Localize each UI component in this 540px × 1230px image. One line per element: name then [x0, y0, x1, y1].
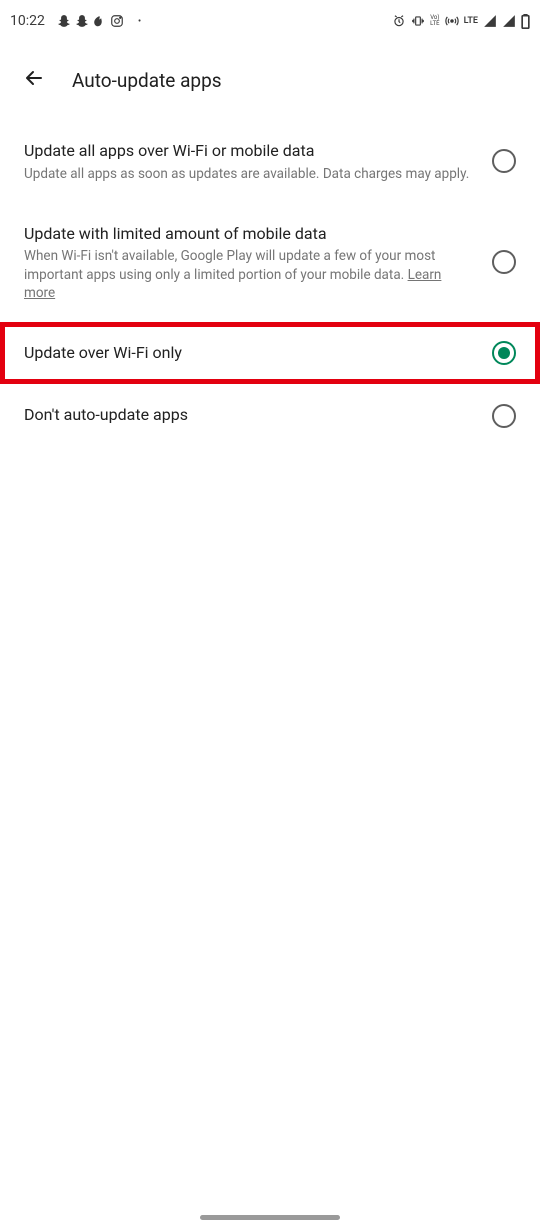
- volte-icon: Vo)LTE: [430, 15, 439, 27]
- status-time: 10:22: [10, 13, 45, 29]
- signal-icon-1: [483, 14, 497, 28]
- radio-button[interactable]: [492, 250, 516, 274]
- app-bar: Auto-update apps: [0, 42, 540, 120]
- page-title: Auto-update apps: [72, 69, 222, 92]
- snapchat-icon-2: [75, 14, 89, 28]
- tinder-icon: [93, 15, 106, 28]
- option-dont-update[interactable]: Don't auto-update apps: [0, 384, 540, 448]
- option-subtitle: Update all apps as soon as updates are a…: [24, 165, 472, 183]
- status-right: Vo)LTE LTE: [392, 14, 530, 29]
- instagram-icon: [110, 14, 124, 28]
- snapchat-icon: [57, 14, 71, 28]
- option-title: Update with limited amount of mobile dat…: [24, 223, 472, 245]
- arrow-left-icon: [22, 66, 46, 94]
- dot-icon: •: [138, 16, 141, 27]
- option-title: Update all apps over Wi-Fi or mobile dat…: [24, 140, 472, 162]
- options-list: Update all apps over Wi-Fi or mobile dat…: [0, 120, 540, 448]
- radio-button[interactable]: [492, 149, 516, 173]
- option-subtitle: When Wi-Fi isn't available, Google Play …: [24, 247, 472, 302]
- option-subtitle-text: When Wi-Fi isn't available, Google Play …: [24, 248, 435, 282]
- status-left: 10:22 •: [10, 13, 141, 29]
- hotspot-icon: [445, 14, 459, 28]
- back-button[interactable]: [18, 62, 50, 98]
- radio-button[interactable]: [492, 341, 516, 365]
- battery-icon: [521, 14, 530, 29]
- alarm-icon: [392, 14, 406, 28]
- status-notif-icons: •: [57, 14, 141, 28]
- option-title: Update over Wi-Fi only: [24, 342, 472, 364]
- option-text: Update with limited amount of mobile dat…: [24, 223, 492, 302]
- lte-label: LTE: [464, 17, 478, 26]
- radio-button[interactable]: [492, 404, 516, 428]
- option-text: Update all apps over Wi-Fi or mobile dat…: [24, 140, 492, 183]
- option-wifi-only[interactable]: Update over Wi-Fi only: [0, 322, 540, 384]
- option-update-all[interactable]: Update all apps over Wi-Fi or mobile dat…: [0, 120, 540, 203]
- volte-bottom: LTE: [430, 20, 439, 27]
- signal-icon-2: [502, 14, 516, 28]
- option-text: Don't auto-update apps: [24, 404, 492, 426]
- vibrate-icon: [411, 14, 425, 28]
- option-title: Don't auto-update apps: [24, 404, 472, 426]
- gesture-handle[interactable]: [200, 1215, 340, 1220]
- option-limited-data[interactable]: Update with limited amount of mobile dat…: [0, 203, 540, 322]
- option-text: Update over Wi-Fi only: [24, 342, 492, 364]
- status-bar: 10:22 • Vo)LTE: [0, 0, 540, 42]
